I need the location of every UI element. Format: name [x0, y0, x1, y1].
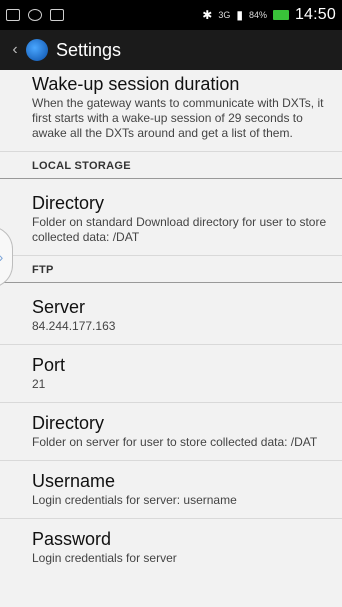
- status-right: ✱ 3G ▮ 84% 14:50: [202, 6, 336, 24]
- pref-summary: 84.244.177.163: [32, 319, 116, 333]
- pref-summary: Folder on standard Download directory fo…: [32, 215, 327, 244]
- pref-local-directory[interactable]: Directory Folder on standard Download di…: [0, 183, 342, 256]
- pref-summary: Login credentials for server: username: [32, 493, 237, 507]
- pref-summary: When the gateway wants to communicate wi…: [32, 96, 324, 140]
- pref-summary: Folder on server for user to store colle…: [32, 435, 318, 449]
- category-ftp: FTP: [0, 256, 342, 283]
- category-local-storage: LOCAL STORAGE: [0, 152, 342, 179]
- pref-title: Username: [32, 471, 116, 491]
- pref-wakeup-duration[interactable]: Wake-up session duration When the gatewa…: [0, 70, 342, 152]
- image-notification-icon: [6, 9, 20, 21]
- battery-percent: 84%: [248, 10, 267, 20]
- bluetooth-icon: ✱: [202, 8, 213, 22]
- pref-title: Server: [32, 297, 86, 317]
- back-chevron-icon[interactable]: ‹: [6, 41, 24, 59]
- settings-list: Wake-up session duration When the gatewa…: [0, 70, 342, 576]
- action-bar: ‹ Settings: [0, 30, 342, 70]
- status-left-icons: [6, 9, 64, 21]
- pref-title: Port: [32, 355, 66, 375]
- signal-icon: ▮: [236, 8, 243, 22]
- battery-icon: [272, 10, 289, 20]
- pref-ftp-server[interactable]: Server 84.244.177.163: [0, 287, 342, 345]
- pref-summary: Login credentials for server: [32, 551, 177, 565]
- pref-ftp-directory[interactable]: Directory Folder on server for user to s…: [0, 403, 342, 461]
- status-bar: ✱ 3G ▮ 84% 14:50: [0, 0, 342, 30]
- pref-ftp-port[interactable]: Port 21: [0, 345, 342, 403]
- clock: 14:50: [294, 6, 336, 23]
- pref-title: Password: [32, 529, 112, 549]
- app-icon[interactable]: [26, 39, 48, 61]
- pref-title: Directory: [32, 413, 105, 433]
- pref-ftp-password[interactable]: Password Login credentials for server: [0, 519, 342, 576]
- notification-icon: [28, 9, 42, 21]
- chevron-right-icon: ›: [0, 249, 3, 265]
- page-title: Settings: [56, 39, 122, 60]
- download-icon: [50, 9, 64, 21]
- pref-title: Wake-up session duration: [32, 74, 240, 94]
- pref-ftp-username[interactable]: Username Login credentials for server: u…: [0, 461, 342, 519]
- network-type: 3G: [218, 10, 231, 20]
- pref-summary: 21: [32, 377, 46, 391]
- pref-title: Directory: [32, 193, 105, 213]
